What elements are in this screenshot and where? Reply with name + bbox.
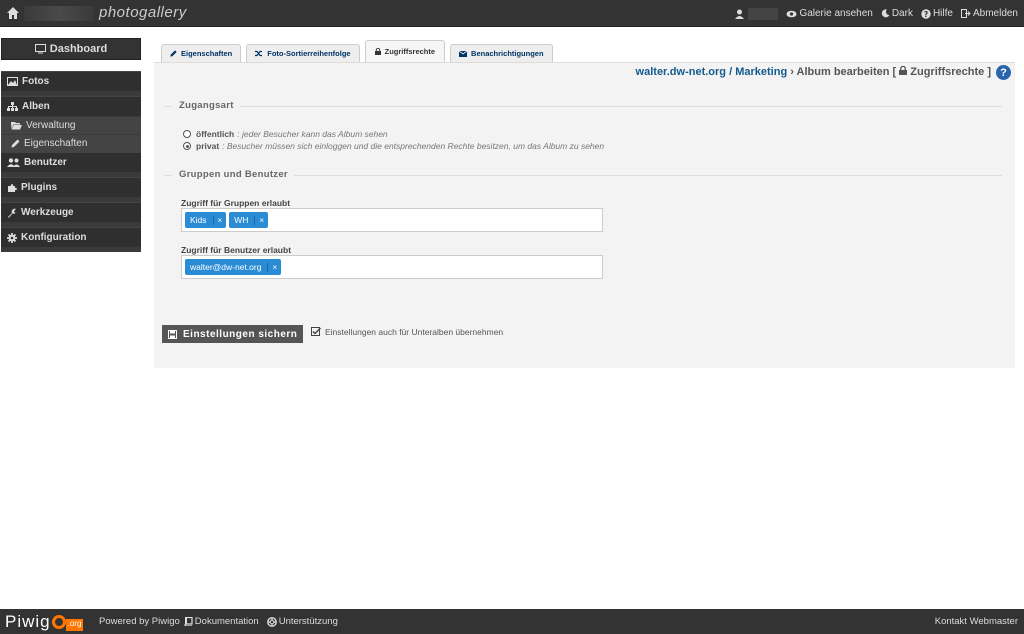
lock-icon (374, 48, 381, 55)
shuffle-icon (255, 50, 263, 57)
users-label: Zugriff für Benutzer erlaubt (181, 245, 292, 255)
home-icon[interactable] (6, 6, 20, 20)
dark-mode-toggle[interactable]: Dark (881, 8, 913, 19)
tab-zugriffsrechte[interactable]: Zugriffsrechte (364, 40, 446, 62)
tab-benachrichtigungen[interactable]: Benachrichtigungen (450, 44, 553, 62)
lifebuoy-icon (266, 616, 277, 627)
eye-icon (786, 10, 797, 17)
monitor-icon (34, 44, 46, 54)
tab-bar: Eigenschaften Foto-Sortierreihenfolge Zu… (161, 40, 558, 62)
radio-button-checked[interactable] (183, 142, 191, 150)
gear-icon (7, 232, 17, 243)
users-select[interactable]: walter@dw-net.org × (181, 255, 603, 279)
main-content: Eigenschaften Foto-Sortierreihenfolge Zu… (154, 38, 1015, 368)
help-link[interactable]: ? Hilfe (921, 8, 953, 19)
users-icon (7, 158, 20, 167)
contact-webmaster-link[interactable]: Kontakt Webmaster (935, 616, 1018, 627)
user-menu[interactable] (735, 7, 779, 20)
breadcrumb-album-link[interactable]: Marketing (735, 66, 787, 78)
pencil-icon (170, 50, 177, 57)
lock-icon (899, 65, 908, 75)
radio-public[interactable]: öffentlich : jeder Besucher kann das Alb… (183, 129, 388, 139)
help-icon: ? (921, 8, 931, 18)
image-icon (7, 77, 18, 86)
wrench-icon (8, 208, 17, 218)
save-button[interactable]: Einstellungen sichern (162, 325, 304, 343)
gruppen-fieldset: Gruppen und Benutzer (164, 169, 1002, 181)
breadcrumb-site-link[interactable]: walter.dw-net.org (636, 66, 726, 78)
view-gallery-link[interactable]: Galerie ansehen (786, 8, 873, 19)
logout-icon (960, 9, 971, 18)
gallery-title[interactable]: photogallery (99, 4, 187, 21)
breadcrumb: walter.dw-net.org / Marketing › Album be… (635, 65, 991, 78)
svg-text:?: ? (924, 9, 928, 18)
sidebar: Dashboard Fotos Alben Verwaltung Eigensc… (1, 38, 141, 252)
settings-panel: walter.dw-net.org / Marketing › Album be… (154, 62, 1015, 368)
documentation-link[interactable]: Dokumentation (184, 616, 263, 627)
radio-button[interactable] (183, 130, 191, 138)
group-tag-kids: Kids × (185, 212, 227, 228)
sitemap-icon (7, 102, 18, 111)
top-bar: photogallery Galerie ansehen Dark ? Hilf… (0, 0, 1024, 27)
user-icon (735, 9, 745, 19)
sidebar-item-verwaltung[interactable]: Verwaltung (1, 116, 141, 134)
sidebar-item-fotos[interactable]: Fotos (1, 71, 141, 91)
user-tag-walter: walter@dw-net.org × (185, 259, 282, 275)
sidebar-item-eigenschaften[interactable]: Eigenschaften (1, 134, 141, 152)
radio-private[interactable]: privat : Besucher müssen sich einloggen … (183, 141, 604, 151)
powered-by-link[interactable]: Powered by Piwigo (99, 616, 180, 627)
sidebar-item-benutzer[interactable]: Benutzer (1, 152, 141, 172)
checkbox-checked-icon[interactable] (311, 327, 321, 337)
remove-tag-button[interactable]: × (267, 262, 281, 272)
group-tag-wh: WH × (229, 212, 269, 228)
remove-tag-button[interactable]: × (212, 215, 227, 225)
tab-eigenschaften[interactable]: Eigenschaften (161, 44, 242, 62)
tab-foto-sortierreihenfolge[interactable]: Foto-Sortierreihenfolge (246, 44, 360, 62)
sidebar-item-konfiguration[interactable]: Konfiguration (1, 227, 141, 247)
sidebar-item-alben[interactable]: Alben (1, 96, 141, 116)
footer: Piwig .org Powered by Piwigo Dokumentati… (0, 609, 1024, 634)
admin-menu: Fotos Alben Verwaltung Eigenschaften Ben… (1, 71, 141, 252)
zugangsart-legend: Zugangsart (172, 100, 240, 111)
moon-icon (881, 9, 890, 18)
apply-subalbums-checkbox[interactable]: Einstellungen auch für Unteralben überne… (311, 327, 503, 337)
pencil-icon (11, 139, 20, 148)
piwigo-logo[interactable]: Piwig .org (5, 612, 84, 632)
sidebar-item-plugins[interactable]: Plugins (1, 177, 141, 197)
sidebar-item-werkzeuge[interactable]: Werkzeuge (1, 202, 141, 222)
folder-open-icon (11, 122, 22, 130)
zugangsart-fieldset: Zugangsart (164, 100, 1002, 112)
envelope-icon (459, 50, 468, 57)
logout-link[interactable]: Abmelden (960, 8, 1018, 19)
save-icon (168, 329, 177, 339)
groups-label: Zugriff für Gruppen erlaubt (181, 198, 291, 208)
support-link[interactable]: Unterstützung (266, 616, 342, 627)
remove-tag-button[interactable]: × (254, 215, 268, 225)
book-icon (184, 617, 193, 626)
logo-placeholder (24, 6, 94, 21)
puzzle-icon (8, 183, 17, 192)
dashboard-button[interactable]: Dashboard (1, 38, 141, 60)
groups-select[interactable]: Kids × WH × (181, 208, 603, 232)
help-icon[interactable]: ? (996, 65, 1011, 80)
gruppen-legend: Gruppen und Benutzer (172, 169, 294, 180)
